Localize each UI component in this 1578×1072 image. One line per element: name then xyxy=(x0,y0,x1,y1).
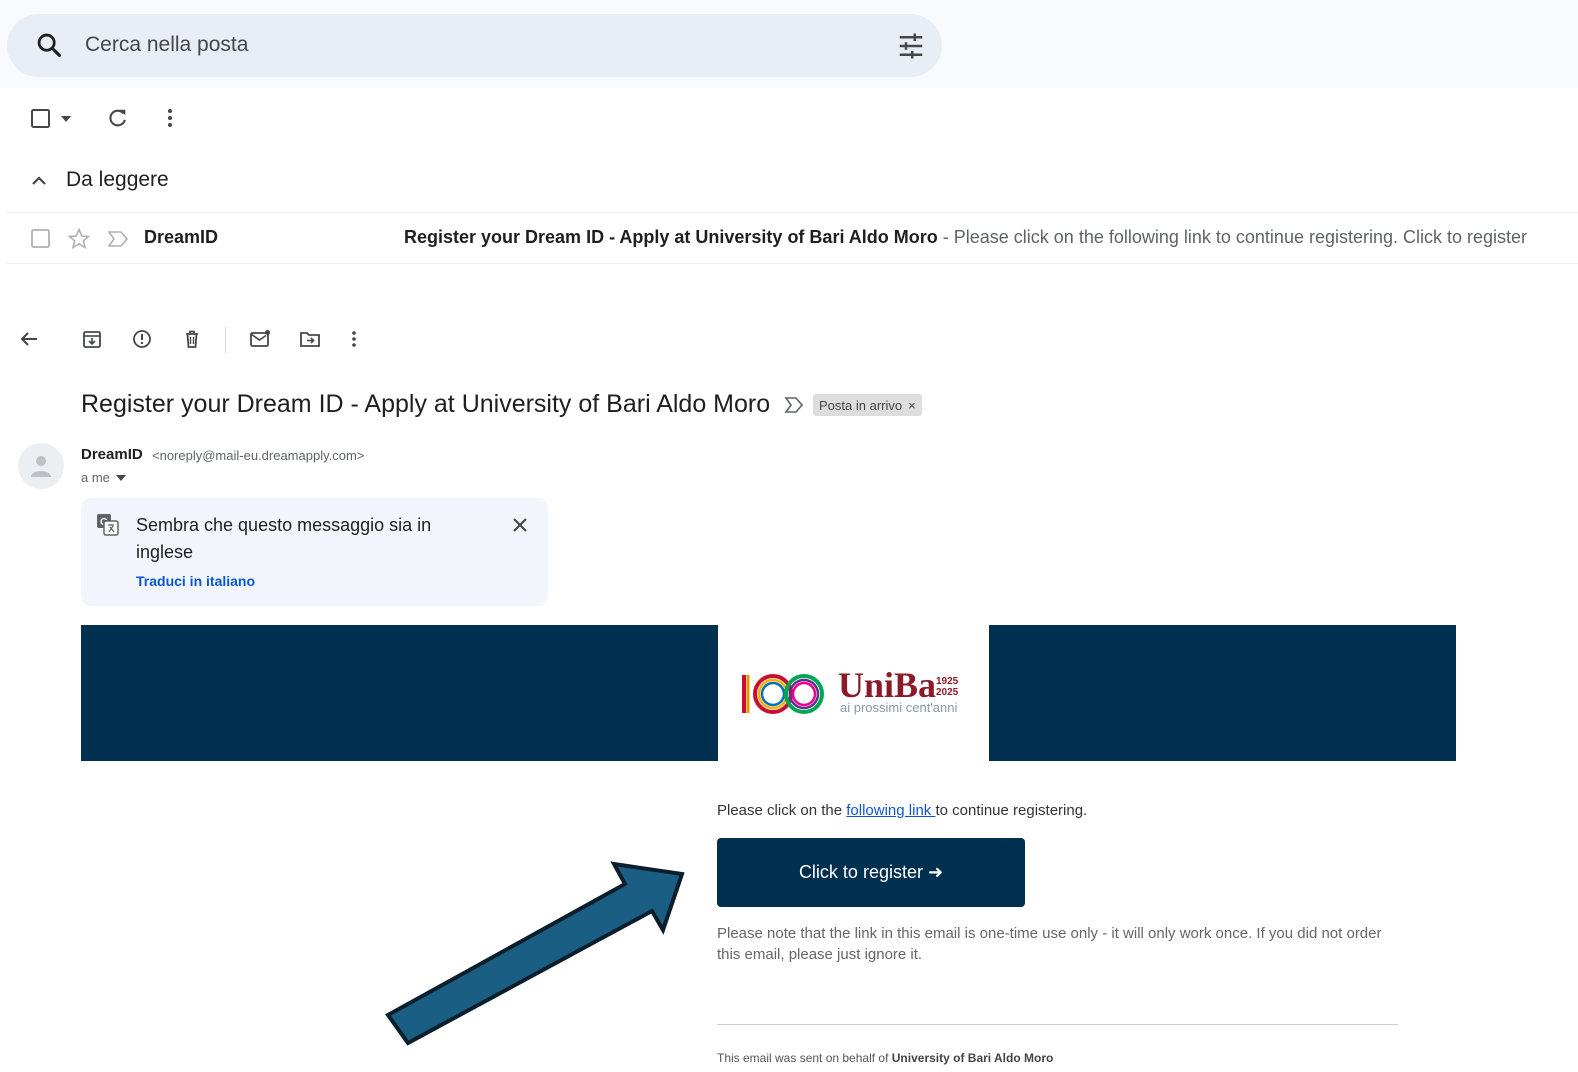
chevron-down-icon[interactable] xyxy=(60,114,72,124)
sender-email: <noreply@mail-eu.dreamapply.com> xyxy=(152,448,365,463)
row-checkbox-icon[interactable] xyxy=(30,228,52,250)
translate-message: Sembra che questo messaggio sia in ingle… xyxy=(136,515,432,562)
refresh-icon[interactable] xyxy=(107,107,129,129)
search-input[interactable]: Cerca nella posta xyxy=(85,33,248,57)
email-banner-right xyxy=(989,625,1456,761)
search-icon[interactable] xyxy=(35,31,63,59)
row-subject: Register your Dream ID - Apply at Univer… xyxy=(404,227,938,247)
inbox-label-chip[interactable]: Posta in arrivo × xyxy=(813,394,922,416)
sender-name[interactable]: DreamID xyxy=(81,446,143,463)
chevron-up-icon[interactable] xyxy=(28,170,50,192)
uniba-logo-years: 1925 2025 xyxy=(936,676,958,698)
message-toolbar xyxy=(0,318,400,362)
logo-year-end: 2025 xyxy=(936,687,959,698)
star-icon[interactable] xyxy=(67,227,91,251)
top-bar: Cerca nella posta xyxy=(0,0,1578,88)
logo-year-start: 1925 xyxy=(936,676,959,687)
list-toolbar xyxy=(6,88,1578,148)
row-subject-snippet: Register your Dream ID - Apply at Univer… xyxy=(404,227,1527,248)
label-text: Posta in arrivo xyxy=(819,397,903,413)
remove-label-icon[interactable]: × xyxy=(908,398,916,413)
footer-prefix: This email was sent on behalf of xyxy=(717,1051,892,1065)
move-to-icon[interactable] xyxy=(299,328,321,350)
section-title: Da leggere xyxy=(66,168,169,191)
one-time-use-note: Please note that the link in this email … xyxy=(717,925,1382,963)
email-banner-left xyxy=(81,625,718,761)
recipient-text: a me xyxy=(81,470,110,485)
select-checkbox-icon[interactable] xyxy=(30,108,52,130)
message-list: Da leggere DreamID Register your Dream I… xyxy=(6,88,1578,264)
more-vert-icon[interactable] xyxy=(348,328,360,350)
intro-after: to continue registering. xyxy=(935,802,1088,819)
uniba-100-logo-icon xyxy=(742,674,824,714)
report-spam-icon[interactable] xyxy=(131,328,153,350)
search-options-icon[interactable] xyxy=(896,31,926,61)
archive-icon[interactable] xyxy=(81,328,103,350)
email-footer: This email was sent on behalf of Univers… xyxy=(717,1051,1053,1065)
importance-marker-icon[interactable] xyxy=(106,229,130,249)
search-bar[interactable]: Cerca nella posta xyxy=(7,14,942,77)
annotation-arrow-icon xyxy=(385,861,685,1046)
recipient-details[interactable]: a me xyxy=(81,470,126,485)
translate-banner: G Sembra che questo messaggio sia in ing… xyxy=(81,498,548,606)
back-arrow-icon[interactable] xyxy=(18,328,40,350)
footer-org: University of Bari Aldo Moro xyxy=(891,1051,1054,1065)
row-sender: DreamID xyxy=(144,227,219,247)
importance-marker-icon[interactable] xyxy=(783,396,805,414)
delete-icon[interactable] xyxy=(181,328,203,350)
close-icon[interactable] xyxy=(509,514,531,536)
message-subject: Register your Dream ID - Apply at Univer… xyxy=(81,390,771,418)
toolbar-divider xyxy=(225,327,226,353)
chevron-down-icon[interactable] xyxy=(115,474,126,482)
translate-link[interactable]: Traduci in italiano xyxy=(136,573,255,589)
click-to-register-button[interactable]: Click to register ➜ xyxy=(717,838,1025,907)
email-intro: Please click on the following link to co… xyxy=(717,802,1087,819)
section-header[interactable]: Da leggere xyxy=(6,160,1578,200)
translate-icon: G xyxy=(97,514,119,536)
intro-before: Please click on the xyxy=(717,802,847,819)
more-vert-icon[interactable] xyxy=(164,107,176,129)
uniba-logo-subtitle: ai prossimi cent'anni xyxy=(840,700,958,715)
person-icon xyxy=(31,456,51,477)
footer-divider xyxy=(717,1024,1398,1025)
row-snippet: - Please click on the following link to … xyxy=(937,227,1528,247)
avatar xyxy=(18,443,64,489)
list-item[interactable]: DreamID Register your Dream ID - Apply a… xyxy=(6,212,1578,264)
following-link[interactable]: following link xyxy=(846,802,935,819)
mark-unread-icon[interactable] xyxy=(249,328,271,350)
